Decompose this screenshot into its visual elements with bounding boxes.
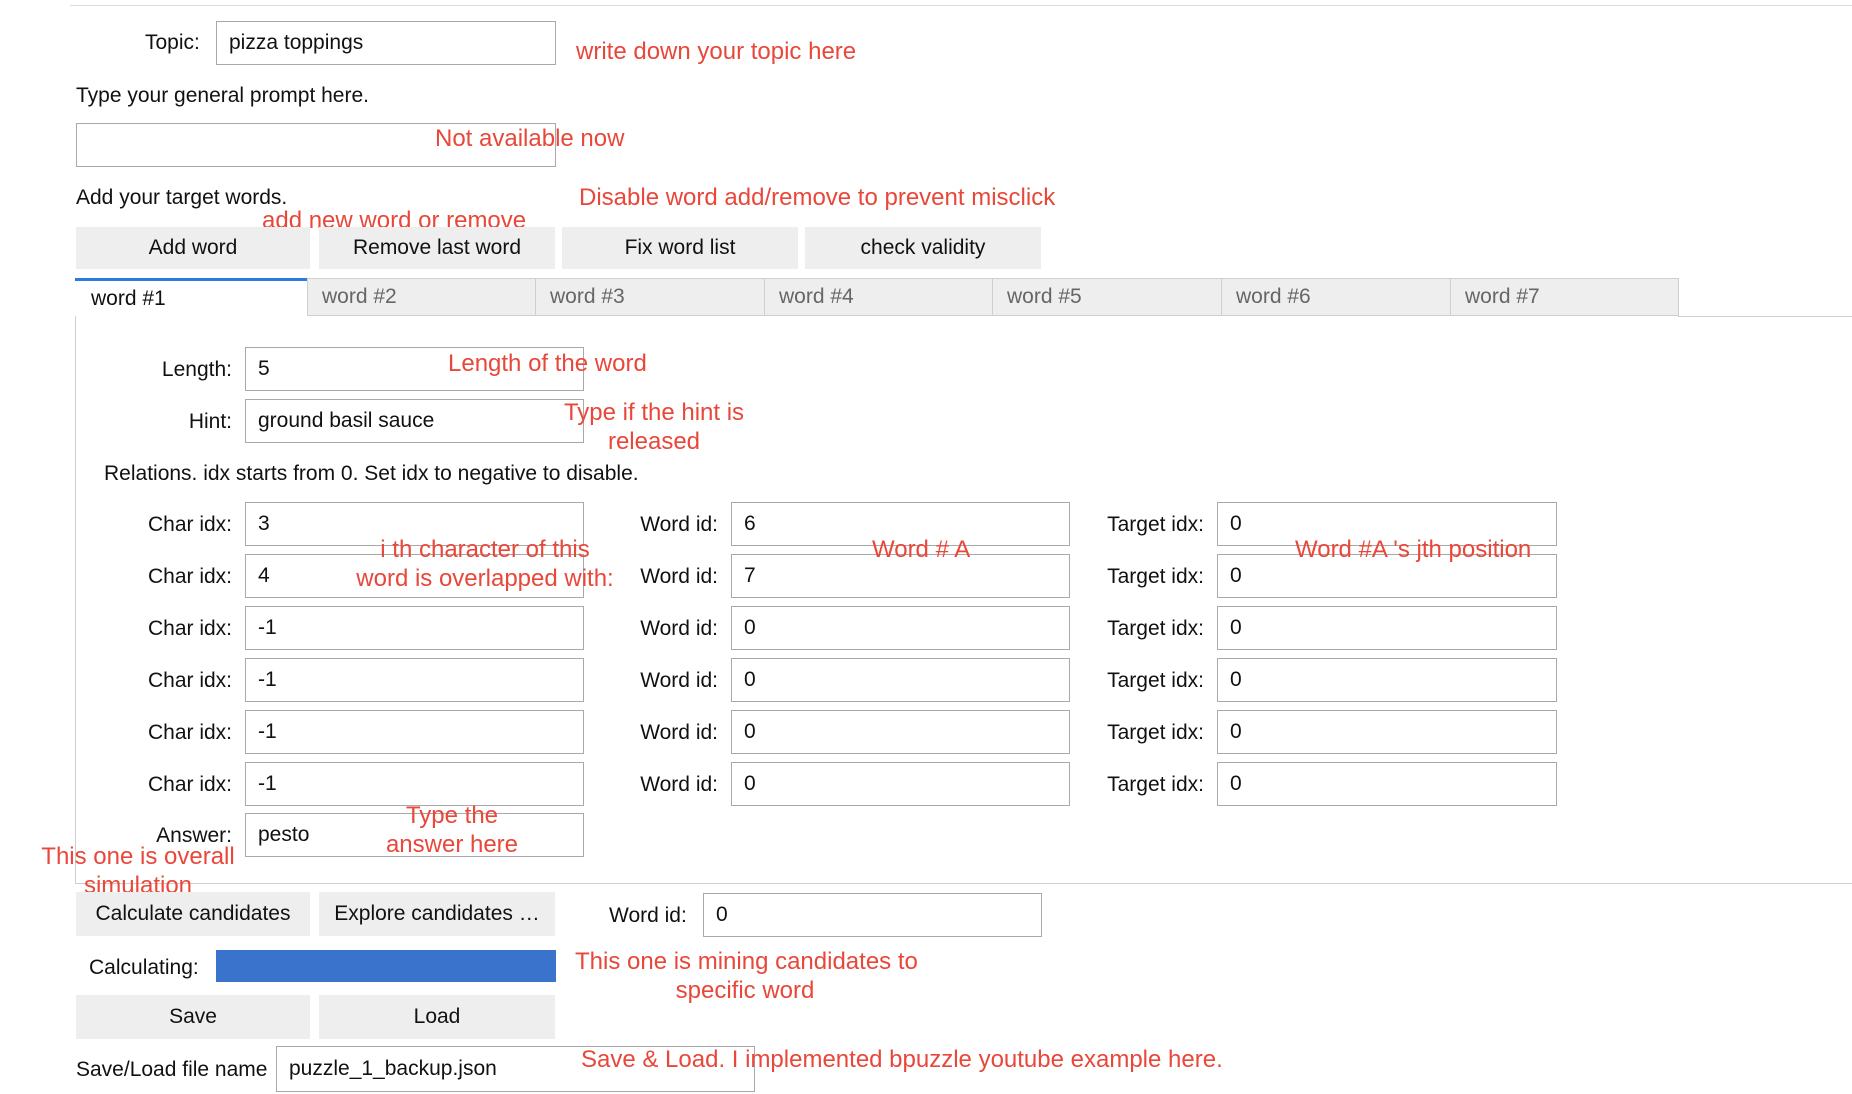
mining-annotation-1: This one is mining candidates to	[575, 948, 918, 975]
general-prompt-label: Type your general prompt here.	[76, 84, 369, 107]
target-idx-label: Target idx:	[1107, 773, 1204, 796]
word-id-input[interactable]: 0	[731, 658, 1070, 702]
relations-note: Relations. idx starts from 0. Set idx to…	[104, 462, 639, 485]
prompt-annotation: Not available now	[435, 125, 625, 152]
char-idx-label: Char idx:	[147, 669, 232, 692]
ith-char-annotation-1: i th character of this	[380, 536, 590, 563]
word-id-label: Word id:	[640, 669, 718, 692]
char-idx-input[interactable]: -1	[245, 710, 584, 754]
word-id-input[interactable]: 0	[731, 606, 1070, 650]
save-button[interactable]: Save	[76, 995, 310, 1039]
tab-word-5[interactable]: word #5	[993, 278, 1222, 316]
word-id-label: Word id:	[640, 513, 718, 536]
hint-label: Hint:	[188, 410, 232, 433]
topic-annotation: write down your topic here	[576, 38, 857, 65]
char-idx-label: Char idx:	[147, 513, 232, 536]
add-word-button[interactable]: Add word	[76, 227, 310, 269]
save-load-annotation: Save & Load. I implemented bpuzzle youtu…	[581, 1046, 1223, 1073]
word-id-label: Word id:	[640, 721, 718, 744]
hint-annotation-1: Type if the hint is	[563, 399, 745, 426]
overall-annotation-1: This one is overall	[41, 843, 235, 870]
target-idx-label: Target idx:	[1107, 513, 1204, 536]
top-divider	[70, 0, 1852, 6]
length-label: Length:	[161, 358, 232, 381]
target-idx-input[interactable]: 0	[1217, 710, 1557, 754]
hint-annotation-2: released	[607, 428, 701, 455]
check-validity-button[interactable]: check validity	[805, 227, 1041, 269]
progress-bar	[216, 950, 556, 982]
tab-word-7[interactable]: word #7	[1451, 278, 1679, 316]
target-idx-label: Target idx:	[1107, 669, 1204, 692]
char-idx-label: Char idx:	[147, 773, 232, 796]
target-idx-label: Target idx:	[1107, 617, 1204, 640]
word-id-label: Word id:	[640, 617, 718, 640]
target-idx-label: Target idx:	[1107, 565, 1204, 588]
remove-last-word-button[interactable]: Remove last word	[319, 227, 555, 269]
disable-annotation: Disable word add/remove to prevent miscl…	[579, 184, 1056, 211]
tab-word-6[interactable]: word #6	[1222, 278, 1451, 316]
char-idx-input[interactable]: -1	[245, 606, 584, 650]
answer-annotation-2: answer here	[385, 831, 519, 858]
calculating-label: Calculating:	[89, 956, 199, 979]
word-id-label: Word id:	[640, 773, 718, 796]
topic-input[interactable]: pizza toppings	[216, 21, 556, 65]
calculate-candidates-button[interactable]: Calculate candidates	[76, 892, 310, 936]
target-idx-input[interactable]: 0	[1217, 762, 1557, 806]
fix-word-list-button[interactable]: Fix word list	[562, 227, 798, 269]
word-a-annotation: Word # A	[872, 536, 971, 563]
char-idx-label: Char idx:	[147, 617, 232, 640]
tab-word-2[interactable]: word #2	[307, 278, 536, 316]
filename-label: Save/Load file name	[76, 1058, 268, 1081]
target-idx-input[interactable]: 0	[1217, 606, 1557, 650]
target-words-label: Add your target words.	[76, 186, 288, 209]
word-a-position-annotation: Word #A 's jth position	[1295, 536, 1532, 563]
target-idx-input[interactable]: 0	[1217, 658, 1557, 702]
hint-input[interactable]: ground basil sauce	[245, 399, 584, 443]
answer-annotation-1: Type the	[405, 802, 499, 829]
progress-bar-fill	[216, 950, 556, 982]
char-idx-label: Char idx:	[147, 721, 232, 744]
tab-word-4[interactable]: word #4	[765, 278, 993, 316]
tab-word-3[interactable]: word #3	[536, 278, 765, 316]
load-button[interactable]: Load	[319, 995, 555, 1039]
ith-char-annotation-2: word is overlapped with:	[356, 565, 614, 592]
target-idx-label: Target idx:	[1107, 721, 1204, 744]
mining-annotation-2: specific word	[675, 977, 815, 1004]
candidate-word-id-input[interactable]: 0	[703, 893, 1042, 937]
candidate-word-id-label: Word id:	[609, 904, 687, 927]
tab-word-1[interactable]: word #1	[75, 278, 307, 316]
word-id-input[interactable]: 0	[731, 710, 1070, 754]
explore-candidates-button[interactable]: Explore candidates …	[319, 892, 555, 936]
char-idx-input[interactable]: -1	[245, 762, 584, 806]
char-idx-label: Char idx:	[147, 565, 232, 588]
char-idx-input[interactable]: -1	[245, 658, 584, 702]
word-id-input[interactable]: 0	[731, 762, 1070, 806]
topic-label: Topic:	[145, 31, 200, 54]
length-annotation: Length of the word	[448, 350, 647, 377]
